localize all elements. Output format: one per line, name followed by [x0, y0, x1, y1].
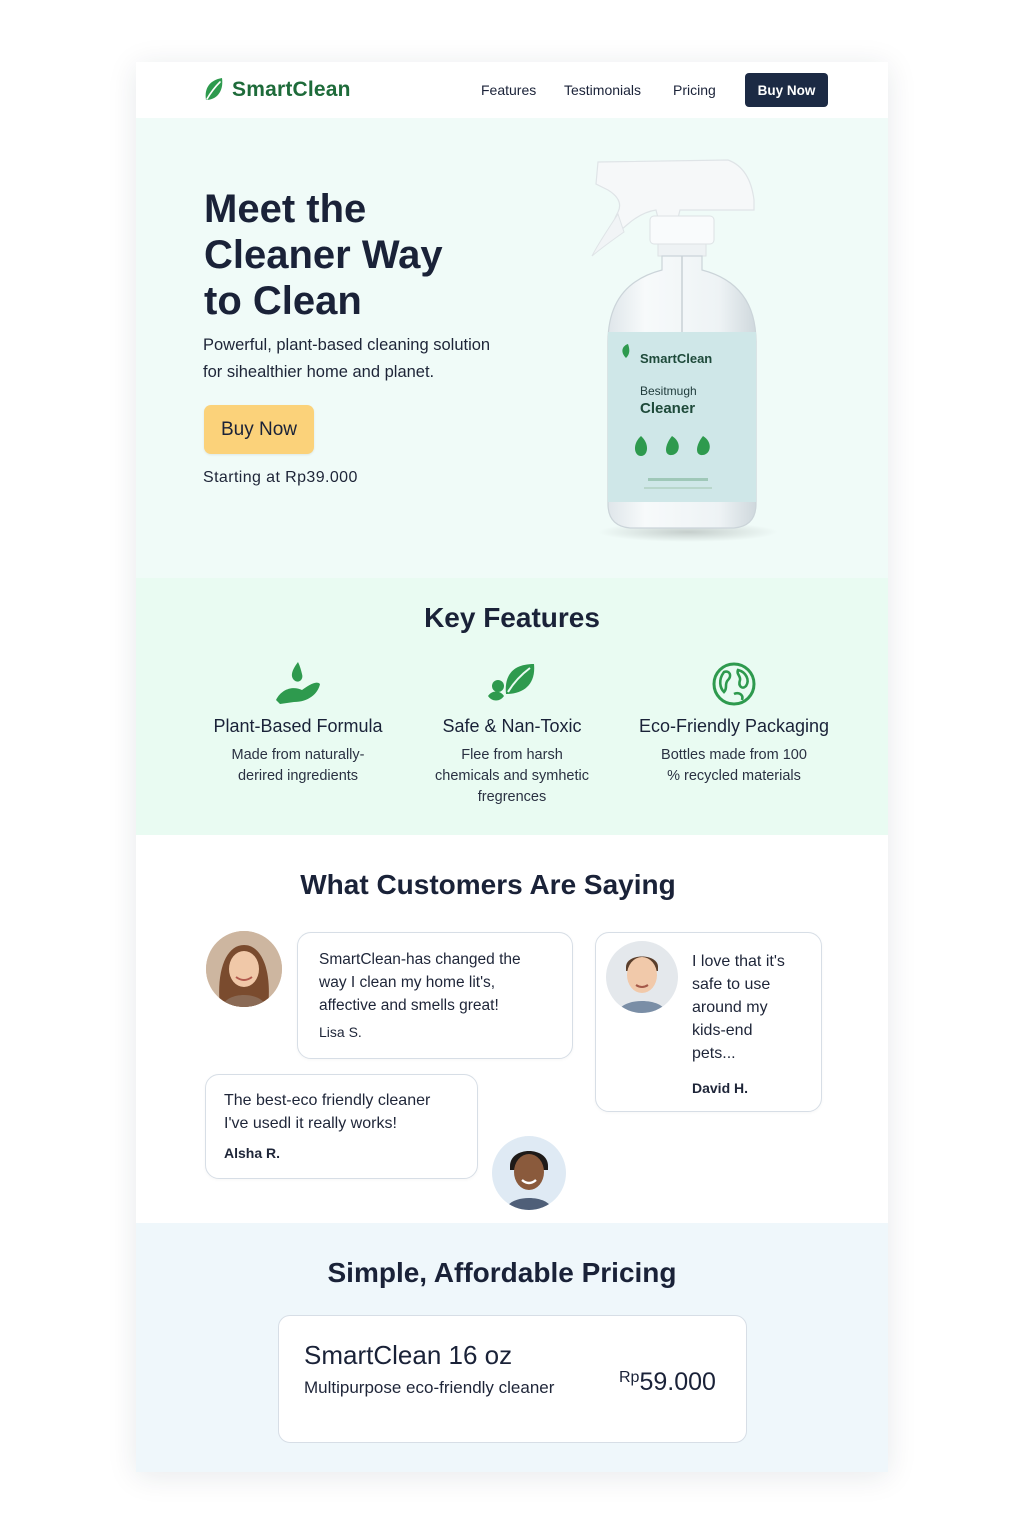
feature-item: Plant-Based Formula Made from naturally-… — [188, 660, 408, 787]
price-amount: 59.000 — [639, 1368, 716, 1396]
feature-title: Eco-Friendly Packaging — [638, 716, 830, 736]
testimonials-section: What Customers Are Saying SmartClean-has… — [136, 835, 888, 1223]
feature-item: Eco-Friendly Packaging Bottles made from… — [624, 660, 844, 787]
testimonial-line: safe to use — [692, 976, 771, 993]
hero-subtitle-line: Powerful, plant-based cleaning solution — [203, 336, 491, 354]
bottle-line2-text: Cleaner — [640, 400, 695, 417]
price-currency: Rp — [619, 1369, 640, 1386]
hero-subtitle: Powerful, plant-based cleaning solution … — [203, 332, 533, 386]
avatar-alsha — [492, 1136, 566, 1210]
nav-link-features[interactable]: Features — [481, 82, 536, 98]
feature-item: Safe & Nan-Toxic Flee from harsh chemica… — [402, 660, 622, 808]
testimonial-author: Alsha R. — [224, 1145, 281, 1161]
nav-buy-now-button[interactable]: Buy Now — [745, 73, 828, 107]
feature-desc-line: Made from naturally- — [231, 747, 365, 763]
nav-link-pricing[interactable]: Pricing — [673, 82, 716, 98]
landing-page: SmartClean Features Testimonials Pricing… — [136, 62, 888, 1472]
hero-section: Meet the Cleaner Way to Clean Powerful, … — [136, 118, 888, 578]
features-title: Key Features — [424, 602, 600, 633]
testimonial-line: pets... — [692, 1045, 736, 1062]
hand-droplet-icon — [276, 662, 320, 704]
bottle-line1-text: Besitmugh — [640, 384, 697, 398]
globe-icon — [712, 662, 756, 706]
feature-desc-line: fregrences — [477, 789, 547, 805]
hero-subtitle-line: for sihealthier home and planet. — [203, 363, 435, 381]
testimonial-line: affective and smells great! — [319, 997, 499, 1014]
testimonial-line: kids-end — [692, 1022, 753, 1039]
pricing-card[interactable]: SmartClean 16 oz Multipurpose eco-friend… — [278, 1315, 747, 1443]
product-description: Multipurpose eco-friendly cleaner — [304, 1378, 555, 1397]
features-section: Key Features Plant-Based Formula Made fr… — [136, 578, 888, 835]
testimonial-text: The best-eco friendly cleaner I've usedl… — [224, 1089, 430, 1135]
bottle-brand-text: SmartClean — [640, 351, 712, 366]
brand-name: SmartClean — [232, 78, 351, 101]
testimonial-line: SmartClean-has changed the — [319, 951, 521, 968]
hero-title-line: to Clean — [204, 279, 362, 323]
testimonial-text: SmartClean-has changed the way I clean m… — [319, 948, 521, 1017]
pricing-section: Simple, Affordable Pricing SmartClean 16… — [136, 1223, 888, 1472]
leaves-icon — [488, 664, 535, 701]
spray-bottle-image: SmartClean Besitmugh Cleaner — [591, 159, 778, 542]
feature-desc-line: Bottles made from 100 — [661, 747, 807, 763]
avatar-lisa — [206, 931, 282, 1007]
testimonial-line: The best-eco friendly cleaner — [224, 1092, 431, 1109]
feature-desc-line: % recycled materials — [667, 768, 801, 784]
testimonial-bubble-alsha: The best-eco friendly cleaner I've usedl… — [205, 1074, 478, 1179]
testimonial-text: I love that it's safe to use around my k… — [692, 950, 785, 1065]
feature-description: Made from naturally- derired ingredients — [188, 745, 408, 787]
testimonial-line: I love that it's — [692, 953, 785, 970]
hero-title-line: Cleaner Way — [204, 233, 443, 277]
feature-title: Safe & Nan-Toxic — [442, 716, 582, 736]
testimonial-bubble-david: I love that it's safe to use around my k… — [595, 932, 822, 1112]
pricing-title: Simple, Affordable Pricing — [327, 1257, 677, 1288]
testimonial-author: David H. — [692, 1080, 749, 1096]
hero-title-line: Meet the — [204, 187, 367, 231]
hero-title: Meet the Cleaner Way to Clean — [204, 186, 524, 324]
testimonial-author: Lisa S. — [319, 1024, 362, 1040]
hero-starting-price: Starting at Rp39.000 — [203, 469, 358, 486]
testimonial-line: around my — [692, 999, 768, 1016]
leaf-logo-icon — [205, 78, 223, 100]
testimonials-title: What Customers Are Saying — [300, 869, 676, 900]
product-price: Rp59.000 — [619, 1368, 716, 1397]
brand-logo[interactable]: SmartClean — [202, 76, 351, 104]
testimonial-bubble-lisa: SmartClean-has changed the way I clean m… — [297, 932, 573, 1059]
feature-title: Plant-Based Formula — [213, 716, 383, 736]
feature-desc-line: Flee from harsh — [461, 747, 563, 763]
nav-link-testimonials[interactable]: Testimonials — [564, 82, 641, 98]
feature-desc-line: chemicals and symhetic — [435, 768, 589, 784]
testimonial-line: way I clean my home lit's, — [319, 974, 496, 991]
feature-description: Flee from harsh chemicals and symhetic f… — [402, 745, 622, 808]
testimonial-line: I've usedl it really works! — [224, 1115, 397, 1132]
feature-desc-line: derired ingredients — [237, 768, 359, 784]
product-name: SmartClean 16 oz — [304, 1340, 513, 1370]
top-nav: SmartClean Features Testimonials Pricing… — [136, 62, 888, 118]
hero-buy-now-button[interactable]: Buy Now — [204, 405, 314, 454]
feature-description: Bottles made from 100 % recycled materia… — [624, 745, 844, 787]
avatar-david — [606, 941, 678, 1013]
